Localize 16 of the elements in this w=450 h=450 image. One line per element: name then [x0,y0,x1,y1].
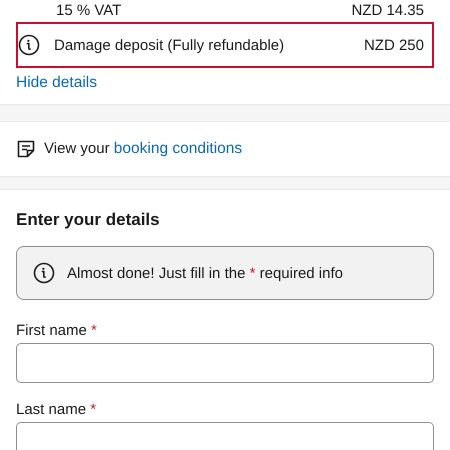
price-label: 15 % VAT [56,2,122,18]
conditions-text: View your booking conditions [44,140,242,158]
price-amount: NZD 14.35 [351,2,424,18]
info-icon [18,34,40,56]
section-heading: Enter your details [16,210,161,230]
price-amount: NZD 250 [364,36,424,54]
input-field[interactable] [16,343,434,383]
booking-conditions-link[interactable]: booking conditions [114,140,242,157]
hide-details-link[interactable]: Hide details [16,74,97,91]
field-label: Last name * [16,401,98,418]
info-icon [33,262,55,284]
input-field[interactable] [16,422,434,450]
notice-text: Almost done! Just fill in the * required info [67,264,343,282]
field-label: First name * [16,322,98,339]
note-icon [16,139,36,159]
price-label: Damage deposit (Fully refundable) [54,36,286,54]
